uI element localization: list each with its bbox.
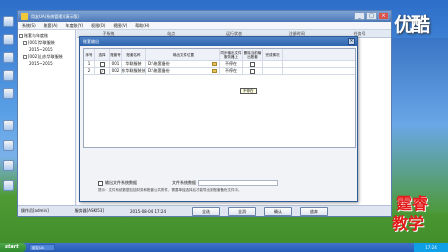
export-filesystem-checkbox[interactable]: [98, 180, 103, 186]
delete-checkbox[interactable]: [250, 68, 255, 74]
status-datetime: 2015-08-04 17:24: [129, 208, 166, 214]
path-text: D:\账套备份: [148, 61, 170, 66]
select-checkbox[interactable]: [99, 61, 105, 67]
clear-all-button[interactable]: 全消: [228, 207, 256, 216]
taskbar-item[interactable]: 用友UA: [29, 244, 55, 251]
select-all-button[interactable]: 全选: [192, 207, 220, 216]
export-table: 序号 选择 账套号 账套名称 输出文件位置 同步输出文件服务器上 删除当前输出账…: [83, 48, 356, 148]
tree-item[interactable]: 2015~2015: [19, 46, 74, 53]
tree-item[interactable]: [001]华联服装: [19, 39, 74, 46]
app-title: 用友UA(系统管理)(演示版): [31, 13, 79, 19]
app-logo-icon: [21, 13, 28, 20]
tree-root[interactable]: 账套与年度账: [19, 32, 74, 39]
menu-account[interactable]: 账套(A): [44, 23, 58, 29]
option-label: 文件系统数据: [172, 180, 196, 185]
header-path: 输出文件位置: [146, 49, 220, 60]
cell-seq: 1: [84, 61, 95, 67]
cell-sync[interactable]: 不停在: [220, 61, 243, 67]
expand-icon[interactable]: [23, 40, 27, 45]
cell-name: 华联服装: [122, 61, 146, 67]
desktop-icon[interactable]: [3, 34, 14, 45]
maximize-button[interactable]: □: [366, 12, 377, 20]
filesystem-path-field[interactable]: [198, 180, 278, 186]
cell-code: 001: [110, 61, 122, 67]
folder-icon[interactable]: [212, 62, 217, 66]
dialog-title: 账套输出: [83, 39, 99, 44]
cell-name: 山东华联服装技术: [122, 68, 146, 74]
header-done: 完成情况: [263, 49, 283, 60]
cell-done: [263, 68, 283, 74]
desktop-icon[interactable]: [3, 160, 14, 171]
expand-icon[interactable]: [19, 33, 23, 38]
header-seq: 序号: [84, 49, 95, 60]
dialog-hint: 提示：文件系统数据包括财务和账套公共附件，需要单独选择后才能导出到账套备份文件中…: [98, 188, 242, 192]
cell-select: [95, 61, 110, 67]
menu-system[interactable]: 系统(S): [22, 23, 36, 29]
cell-select: ✓: [95, 68, 110, 74]
dialog-titlebar[interactable]: 账套输出 ×: [80, 37, 357, 46]
app-titlebar[interactable]: 用友UA(系统管理)(演示版) _ □ ×: [18, 11, 391, 22]
minimize-button[interactable]: _: [354, 12, 365, 20]
header-select: 选择: [95, 49, 110, 60]
path-text: D:\账套备份: [148, 68, 170, 73]
cancel-button[interactable]: 放弃: [300, 207, 328, 216]
start-button[interactable]: start: [0, 243, 26, 252]
status-operator: 操作员[admin]: [21, 208, 49, 213]
export-account-dialog: 账套输出 × 序号 选择 账套号 账套名称 输出文件位置 同步输出文件服务器上 …: [79, 36, 358, 216]
status-server: 服务器[ASKI53]: [74, 208, 104, 213]
menu-help[interactable]: 帮助(H): [135, 23, 149, 29]
cell-sync[interactable]: 不停在: [220, 68, 243, 74]
option-label: 输出文件系统数据: [105, 180, 137, 185]
menu-bar: 系统(S) 账套(A) 年度账(Y) 权限(O) 视图(V) 帮助(H): [18, 22, 391, 30]
desktop-icon[interactable]: [3, 88, 14, 99]
desktop-right-strip: [392, 38, 448, 213]
account-tree: 账套与年度账 [001]华联服装 2015~2015 [002]山东华联服装 2…: [18, 30, 76, 205]
desktop-icon[interactable]: [3, 16, 14, 27]
taskbar: start 用友UA 17:24: [0, 243, 448, 252]
menu-view[interactable]: 视图(V): [113, 23, 127, 29]
dialog-close-button[interactable]: ×: [348, 38, 355, 45]
table-row[interactable]: 1 001 华联服装 D:\账套备份 不停在: [84, 61, 355, 68]
menu-permission[interactable]: 权限(O): [91, 23, 105, 29]
tree-item[interactable]: [002]山东华联服装: [19, 53, 74, 60]
option-export-filesystem[interactable]: 输出文件系统数据: [98, 180, 137, 186]
cell-path: D:\账套备份: [146, 68, 220, 74]
delete-checkbox[interactable]: [250, 61, 255, 67]
desktop-icon[interactable]: [3, 70, 14, 81]
watermark-youku: 优酷: [394, 14, 430, 36]
cell-delete: [243, 68, 263, 74]
header-delete: 删除当前输出账套: [243, 49, 263, 60]
cell-path: D:\账套备份: [146, 61, 220, 67]
option-filesystem-data[interactable]: 文件系统数据: [172, 180, 278, 186]
header-sync: 同步输出文件服务器上: [220, 49, 243, 60]
desktop-icon[interactable]: [3, 180, 14, 191]
expand-icon[interactable]: [23, 54, 27, 59]
desktop-icon[interactable]: [3, 52, 14, 63]
cell-delete: [243, 61, 263, 67]
menu-year[interactable]: 年度账(Y): [66, 23, 84, 29]
cell-seq: 2: [84, 68, 95, 74]
folder-icon[interactable]: [212, 69, 217, 73]
desktop-icon[interactable]: [3, 120, 14, 131]
tooltip: 不停在: [240, 88, 257, 94]
table-row[interactable]: 2 ✓ 002 山东华联服装技术 D:\账套备份 不停在: [84, 68, 355, 75]
header-name: 账套名称: [122, 49, 146, 60]
watermark-line2: 教学: [392, 214, 425, 233]
close-window-button[interactable]: ×: [378, 12, 389, 20]
system-tray-clock[interactable]: 17:24: [414, 243, 448, 252]
confirm-button[interactable]: 确认: [264, 207, 292, 216]
cell-code: 002: [110, 68, 122, 74]
select-checkbox-checked[interactable]: ✓: [99, 68, 105, 74]
header-code: 账套号: [110, 49, 122, 60]
cell-done: [263, 61, 283, 67]
desktop-icon[interactable]: [3, 140, 14, 151]
tree-item[interactable]: 2015~2015: [19, 60, 74, 67]
table-header-row: 序号 选择 账套号 账套名称 输出文件位置 同步输出文件服务器上 删除当前输出账…: [84, 49, 355, 61]
